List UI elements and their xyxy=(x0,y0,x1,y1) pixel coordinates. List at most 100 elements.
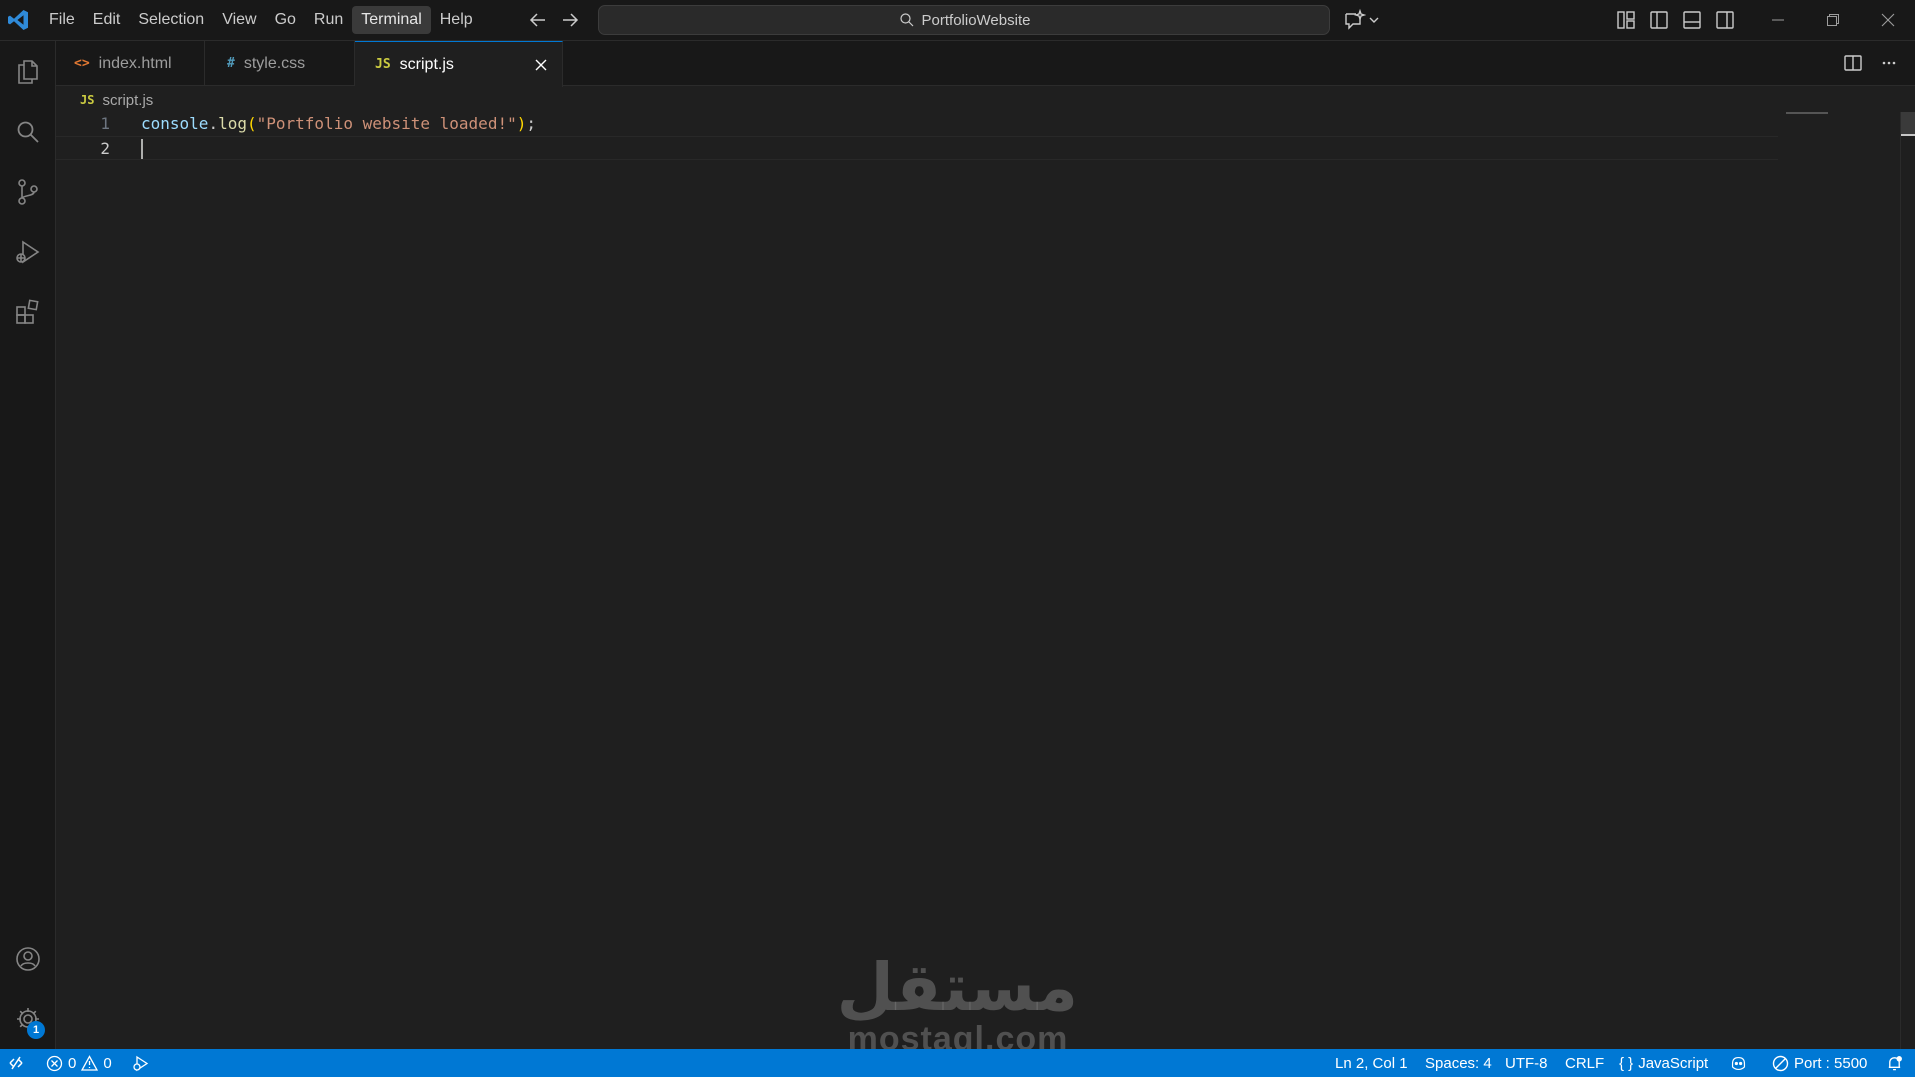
source-control-button[interactable] xyxy=(0,164,56,220)
menu-edit[interactable]: Edit xyxy=(84,6,130,34)
more-actions-button[interactable] xyxy=(1877,51,1901,75)
menu-view[interactable]: View xyxy=(213,6,265,34)
menu-bar: File Edit Selection View Go Run Terminal… xyxy=(40,6,482,34)
vscode-logo-icon xyxy=(8,10,28,30)
chevron-down-icon xyxy=(1369,17,1379,23)
search-view-button[interactable] xyxy=(0,104,56,160)
split-editor-icon xyxy=(1844,55,1862,71)
notification-count-badge: 1 xyxy=(27,1021,45,1039)
title-bar: File Edit Selection View Go Run Terminal… xyxy=(0,0,1915,41)
minimap[interactable] xyxy=(1786,112,1828,114)
css-file-icon: # xyxy=(227,56,235,71)
cursor-position[interactable]: Ln 2, Col 1 xyxy=(1335,1049,1408,1077)
language-label: JavaScript xyxy=(1638,1054,1709,1072)
encoding-setting[interactable]: UTF-8 xyxy=(1505,1049,1548,1077)
run-debug-icon xyxy=(16,240,40,264)
token-semicolon: ; xyxy=(526,114,536,133)
close-window-button[interactable] xyxy=(1860,0,1915,40)
account-icon xyxy=(16,947,40,971)
tab-label: style.css xyxy=(243,54,306,72)
breadcrumb-file[interactable]: script.js xyxy=(102,92,153,109)
error-icon xyxy=(46,1055,63,1071)
warning-count: 0 xyxy=(103,1054,112,1072)
token-function: log xyxy=(218,114,247,133)
tab-label: script.js xyxy=(399,55,454,73)
ellipsis-icon xyxy=(1882,61,1896,65)
warning-icon xyxy=(81,1054,99,1071)
text-cursor xyxy=(141,139,143,159)
toggle-panel-icon[interactable] xyxy=(1680,8,1704,32)
code-line[interactable]: 1 console.log("Portfolio website loaded!… xyxy=(56,112,1778,136)
layout-controls xyxy=(1614,8,1737,32)
language-mode[interactable]: { } JavaScript xyxy=(1619,1049,1708,1077)
vertical-scrollbar[interactable] xyxy=(1900,112,1915,1049)
eol-setting[interactable]: CRLF xyxy=(1565,1049,1604,1077)
toggle-primary-sidebar-icon[interactable] xyxy=(1647,8,1671,32)
minimize-icon xyxy=(1771,19,1784,21)
search-icon xyxy=(17,121,39,143)
menu-selection[interactable]: Selection xyxy=(129,6,213,34)
tab-index-html[interactable]: <> index.html xyxy=(56,41,205,86)
manage-settings-button[interactable]: 1 xyxy=(0,991,56,1047)
back-arrow-icon[interactable] xyxy=(526,8,550,32)
minimize-button[interactable] xyxy=(1750,0,1805,40)
token-paren-close: ) xyxy=(516,114,527,133)
breadcrumb: JS script.js xyxy=(80,89,153,111)
chat-sparkle-icon xyxy=(1345,8,1366,30)
accounts-button[interactable] xyxy=(0,931,56,987)
files-icon xyxy=(18,60,38,84)
menu-file[interactable]: File xyxy=(40,6,84,34)
code-editor[interactable]: 1 console.log("Portfolio website loaded!… xyxy=(56,112,1915,1049)
code-line-current[interactable]: 2 xyxy=(56,136,1778,160)
menu-help[interactable]: Help xyxy=(431,6,482,34)
explorer-button[interactable] xyxy=(0,44,56,100)
run-debug-button[interactable] xyxy=(0,224,56,280)
command-center-text: PortfolioWebsite xyxy=(921,11,1031,29)
token-identifier: console xyxy=(141,114,209,133)
run-debug-icon xyxy=(133,1055,149,1071)
restore-button[interactable] xyxy=(1805,0,1860,40)
indentation-setting[interactable]: Spaces: 4 xyxy=(1425,1049,1492,1077)
menu-terminal[interactable]: Terminal xyxy=(352,6,431,34)
remote-indicator-button[interactable] xyxy=(0,1049,32,1077)
js-file-icon: JS xyxy=(375,57,391,72)
restore-icon xyxy=(1826,14,1839,26)
editor-tab-bar: <> index.html # style.css JS script.js xyxy=(56,41,1915,87)
close-icon xyxy=(535,59,547,71)
debug-launch-button[interactable] xyxy=(132,1049,149,1077)
tab-label: index.html xyxy=(98,54,172,72)
window-controls xyxy=(1750,0,1915,40)
error-count: 0 xyxy=(68,1054,77,1072)
toggle-secondary-sidebar-icon[interactable] xyxy=(1713,8,1737,32)
tab-script-js[interactable]: JS script.js xyxy=(355,41,563,87)
activity-bar: 1 xyxy=(0,41,56,1049)
forbidden-icon xyxy=(1772,1055,1789,1071)
html-file-icon: <> xyxy=(74,56,90,71)
copilot-status-button[interactable] xyxy=(1730,1049,1747,1077)
watermark-arabic: مستقل xyxy=(836,950,1078,1024)
customize-layout-icon[interactable] xyxy=(1614,8,1638,32)
split-editor-button[interactable] xyxy=(1841,51,1865,75)
token-paren-open: ( xyxy=(246,114,257,133)
watermark: مستقل mostaql.com xyxy=(836,950,1078,1056)
line-number: 1 xyxy=(100,114,110,133)
command-center-search[interactable]: PortfolioWebsite xyxy=(598,5,1330,35)
menu-go[interactable]: Go xyxy=(266,6,305,34)
problems-button[interactable]: 0 0 xyxy=(46,1049,112,1077)
bell-icon xyxy=(1888,1055,1902,1070)
scrollbar-thumb[interactable] xyxy=(1901,112,1915,136)
menu-run[interactable]: Run xyxy=(305,6,352,34)
forward-arrow-icon[interactable] xyxy=(558,8,582,32)
tab-style-css[interactable]: # style.css xyxy=(205,41,355,86)
live-server-port-button[interactable]: Port : 5500 xyxy=(1772,1049,1867,1077)
notifications-button[interactable] xyxy=(1886,1049,1903,1077)
copilot-icon xyxy=(1731,1056,1746,1070)
token-dot: . xyxy=(208,114,219,133)
extensions-button[interactable] xyxy=(0,284,56,340)
token-string: "Portfolio website loaded!" xyxy=(256,114,517,133)
js-file-icon: JS xyxy=(80,93,95,107)
close-tab-button[interactable] xyxy=(531,55,551,75)
line-number: 2 xyxy=(100,139,110,158)
status-bar: 0 0 Ln 2, Col 1 Spaces: 4 UTF-8 CRLF { }… xyxy=(0,1049,1915,1077)
copilot-chat-button[interactable] xyxy=(1342,7,1386,33)
